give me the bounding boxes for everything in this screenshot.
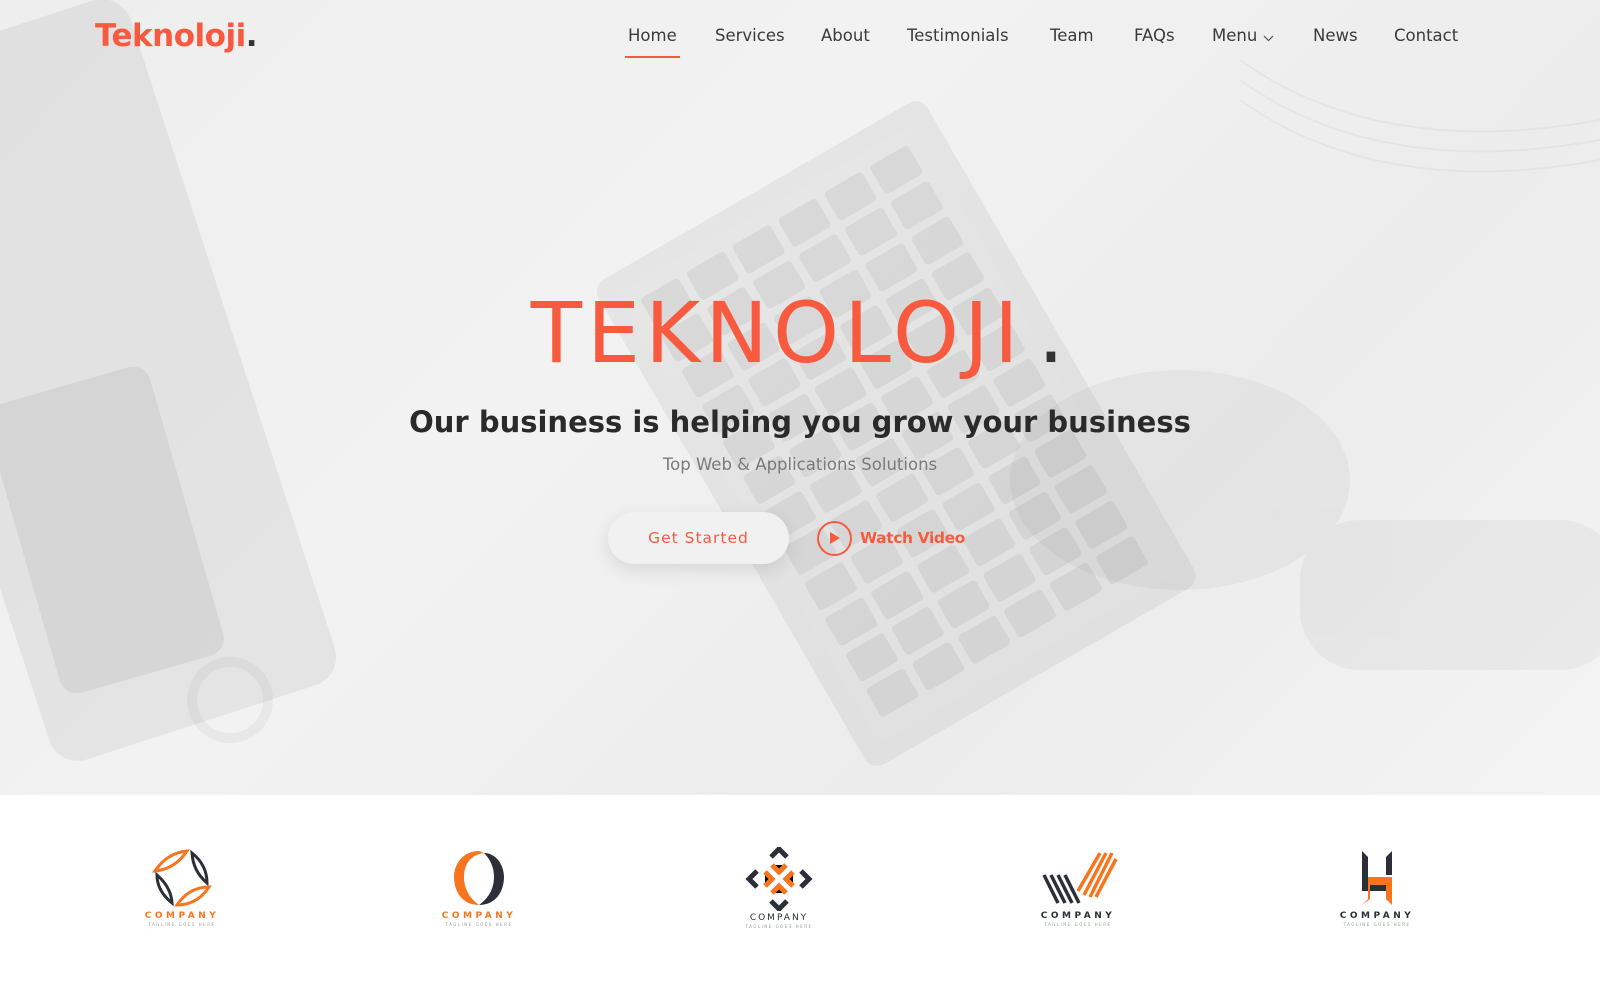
stripes-check-logo-icon (1042, 852, 1118, 904)
nav-item-testimonials[interactable]: Testimonials (907, 26, 1009, 45)
client-tagline: Tagline goes here (745, 924, 813, 929)
clients-section: COMPANY Tagline goes here COMPANY Taglin… (0, 795, 1600, 1000)
client-logo-1[interactable]: COMPANY Tagline goes here (127, 847, 237, 937)
nav-item-news[interactable]: News (1313, 26, 1358, 45)
nav-item-team[interactable]: Team (1050, 26, 1094, 45)
hero-title-text: TEKNOLOJI (530, 284, 1024, 382)
client-name: COMPANY (1339, 911, 1415, 921)
play-icon (817, 520, 852, 556)
client-tagline: Tagline goes here (148, 922, 216, 927)
h-letter-logo-icon (1362, 851, 1392, 905)
leaf-diamond-logo-icon (151, 849, 212, 907)
hero-subtitle: Our business is helping you grow your bu… (409, 405, 1191, 439)
chevron-down-icon (1263, 27, 1274, 46)
diamond-cross-logo-icon (745, 847, 813, 911)
watch-video-button[interactable]: Watch Video (817, 520, 965, 556)
client-name: COMPANY (441, 911, 517, 921)
client-tagline: Tagline goes here (1044, 922, 1112, 927)
hero-title: TEKNOLOJI. (0, 283, 1600, 383)
nav-item-home[interactable]: Home (625, 26, 680, 58)
nav-item-contact[interactable]: Contact (1394, 26, 1458, 45)
client-name: COMPANY (749, 913, 809, 923)
ring-logo-icon (454, 851, 504, 905)
client-tagline: Tagline goes here (445, 922, 513, 927)
client-name: COMPANY (1040, 911, 1116, 921)
nav-item-menu[interactable]: Menu (1212, 26, 1274, 46)
nav-item-menu-label: Menu (1212, 26, 1258, 45)
brand-logo[interactable]: Teknoloji. (95, 18, 258, 54)
nav-item-about[interactable]: About (821, 26, 870, 45)
hero-tagline: Top Web & Applications Solutions (662, 455, 938, 474)
nav-item-faqs[interactable]: FAQs (1134, 26, 1175, 45)
nav-item-services[interactable]: Services (715, 26, 785, 45)
client-logo-5[interactable]: COMPANY Tagline goes here (1322, 847, 1432, 937)
client-logo-2[interactable]: COMPANY Tagline goes here (424, 847, 534, 937)
hero-section: Teknoloji. Home Services About Testimoni… (0, 0, 1600, 795)
client-logo-3[interactable]: COMPANY Tagline goes here (724, 847, 834, 937)
hero-title-dot: . (1037, 284, 1070, 382)
brand-dot: . (245, 18, 258, 54)
client-tagline: Tagline goes here (1343, 922, 1411, 927)
client-logo-4[interactable]: COMPANY Tagline goes here (1023, 847, 1133, 937)
watch-video-label: Watch Video (860, 529, 965, 547)
hero-background-image (0, 0, 1196, 767)
client-name: COMPANY (144, 911, 220, 921)
get-started-button[interactable]: Get Started (608, 512, 789, 564)
site-header: Teknoloji. Home Services About Testimoni… (0, 0, 1600, 80)
brand-name: Teknoloji (95, 18, 246, 54)
